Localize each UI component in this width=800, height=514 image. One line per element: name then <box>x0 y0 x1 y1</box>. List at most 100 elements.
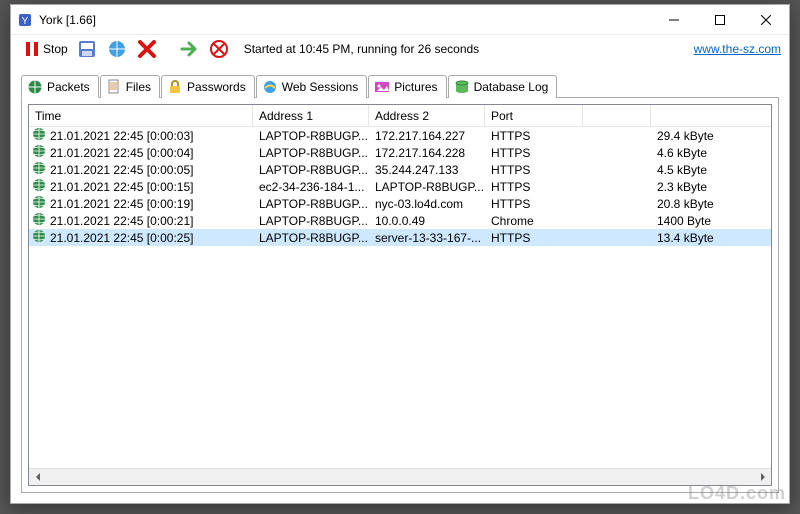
cell-size: 13.4 kByte <box>651 231 761 245</box>
scroll-left-button[interactable] <box>29 469 46 486</box>
svg-text:Y: Y <box>22 16 29 27</box>
tab-label: Packets <box>47 80 90 94</box>
cell-port: HTTPS <box>485 146 583 160</box>
toolbar: Stop Started at 10:45 <box>11 35 789 63</box>
tab-label: Web Sessions <box>282 80 358 94</box>
cell-addr2: 172.217.164.228 <box>369 146 485 160</box>
table-row[interactable]: 21.01.2021 22:45 [0:00:05] LAPTOP-R8BUGP.… <box>29 161 771 178</box>
cancel-button[interactable] <box>206 37 232 61</box>
cell-size: 4.6 kByte <box>651 146 761 160</box>
cell-port: HTTPS <box>485 180 583 194</box>
minimize-button[interactable] <box>651 5 697 34</box>
cell-size: 4.5 kByte <box>651 163 761 177</box>
maximize-icon <box>715 15 725 25</box>
cell-addr1: LAPTOP-R8BUGP... <box>253 129 369 143</box>
save-button[interactable] <box>74 37 100 61</box>
website-link[interactable]: www.the-sz.com <box>694 42 781 56</box>
cell-port: HTTPS <box>485 129 583 143</box>
lock-icon <box>167 79 183 95</box>
cell-time: 21.01.2021 22:45 [0:00:05] <box>50 163 193 177</box>
cell-addr2: nyc-03.lo4d.com <box>369 197 485 211</box>
tab-label: Database Log <box>474 80 549 94</box>
cell-time: 21.01.2021 22:45 [0:00:25] <box>50 231 193 245</box>
tab-dblog[interactable]: Database Log <box>448 75 558 98</box>
column-blank[interactable] <box>583 105 651 126</box>
cell-size: 29.4 kByte <box>651 129 761 143</box>
cell-size: 20.8 kByte <box>651 197 761 211</box>
table-row[interactable]: 21.01.2021 22:45 [0:00:15]ec2-34-236-184… <box>29 178 771 195</box>
globe-icon <box>32 161 46 178</box>
save-icon <box>76 38 98 60</box>
cell-port: Chrome <box>485 214 583 228</box>
globe-icon <box>32 229 46 246</box>
title-bar: Y York [1.66] <box>11 5 789 35</box>
column-size[interactable] <box>651 105 761 126</box>
column-addr1[interactable]: Address 1 <box>253 105 369 126</box>
table-row[interactable]: 21.01.2021 22:45 [0:00:25] LAPTOP-R8BUGP.… <box>29 229 771 246</box>
globe-icon <box>27 79 43 95</box>
globe-icon <box>32 212 46 229</box>
settings-button[interactable] <box>104 37 130 61</box>
tab-label: Files <box>126 80 151 94</box>
app-window: Y York [1.66] Stop <box>10 4 790 504</box>
cell-time: 21.01.2021 22:45 [0:00:03] <box>50 129 193 143</box>
stop-icon <box>21 38 43 60</box>
cell-addr2: 10.0.0.49 <box>369 214 485 228</box>
close-icon <box>761 15 771 25</box>
minimize-icon <box>669 15 679 25</box>
stop-button[interactable]: Stop <box>19 37 70 61</box>
column-time[interactable]: Time <box>29 105 253 126</box>
cancel-icon <box>208 38 230 60</box>
triangle-left-icon <box>34 473 42 481</box>
tab-websessions[interactable]: Web Sessions <box>256 75 367 98</box>
cell-time: 21.01.2021 22:45 [0:00:21] <box>50 214 193 228</box>
delete-icon <box>136 38 158 60</box>
column-port[interactable]: Port <box>485 105 583 126</box>
content-area: Packets Files Passwords Web Sessions <box>11 63 789 503</box>
table-row[interactable]: 21.01.2021 22:45 [0:00:03] LAPTOP-R8BUGP.… <box>29 127 771 144</box>
app-icon: Y <box>17 12 33 28</box>
tab-label: Passwords <box>187 80 246 94</box>
globe-icon <box>32 144 46 161</box>
column-addr2[interactable]: Address 2 <box>369 105 485 126</box>
tab-packets[interactable]: Packets <box>21 75 99 98</box>
arrow-right-icon <box>178 38 200 60</box>
table-row[interactable]: 21.01.2021 22:45 [0:00:19]LAPTOP-R8BUGP.… <box>29 195 771 212</box>
cell-size: 1400 Byte <box>651 214 761 228</box>
table-row[interactable]: 21.01.2021 22:45 [0:00:21] LAPTOP-R8BUGP.… <box>29 212 771 229</box>
cell-time: 21.01.2021 22:45 [0:00:04] <box>50 146 193 160</box>
cell-addr2: 172.217.164.227 <box>369 129 485 143</box>
cell-addr2: LAPTOP-R8BUGP... <box>369 180 485 194</box>
cell-port: HTTPS <box>485 197 583 211</box>
scroll-right-button[interactable] <box>754 469 771 486</box>
tab-strip: Packets Files Passwords Web Sessions <box>21 73 779 97</box>
close-button[interactable] <box>743 5 789 34</box>
cell-addr1: LAPTOP-R8BUGP... <box>253 163 369 177</box>
cell-addr1: LAPTOP-R8BUGP... <box>253 231 369 245</box>
cell-addr1: LAPTOP-R8BUGP... <box>253 214 369 228</box>
tab-panel: Time Address 1 Address 2 Port 21.01.2021… <box>21 97 779 493</box>
cell-size: 2.3 kByte <box>651 180 761 194</box>
packet-list: Time Address 1 Address 2 Port 21.01.2021… <box>28 104 772 486</box>
tab-label: Pictures <box>394 80 437 94</box>
maximize-button[interactable] <box>697 5 743 34</box>
list-body[interactable]: 21.01.2021 22:45 [0:00:03] LAPTOP-R8BUGP.… <box>29 127 771 468</box>
delete-button[interactable] <box>134 37 160 61</box>
cell-addr1: ec2-34-236-184-1... <box>253 180 369 194</box>
picture-icon <box>374 79 390 95</box>
cell-port: HTTPS <box>485 231 583 245</box>
list-header: Time Address 1 Address 2 Port <box>29 105 771 127</box>
ie-icon <box>262 79 278 95</box>
tab-pictures[interactable]: Pictures <box>368 75 446 98</box>
forward-button[interactable] <box>176 37 202 61</box>
status-text: Started at 10:45 PM, running for 26 seco… <box>244 42 479 56</box>
cell-addr2: server-13-33-167-... <box>369 231 485 245</box>
table-row[interactable]: 21.01.2021 22:45 [0:00:04]LAPTOP-R8BUGP.… <box>29 144 771 161</box>
globe-gear-icon <box>106 38 128 60</box>
cell-addr1: LAPTOP-R8BUGP... <box>253 197 369 211</box>
tab-passwords[interactable]: Passwords <box>161 75 255 98</box>
file-icon <box>106 79 122 95</box>
tab-files[interactable]: Files <box>100 75 160 98</box>
window-title: York [1.66] <box>39 13 96 27</box>
horizontal-scrollbar[interactable] <box>29 468 771 485</box>
